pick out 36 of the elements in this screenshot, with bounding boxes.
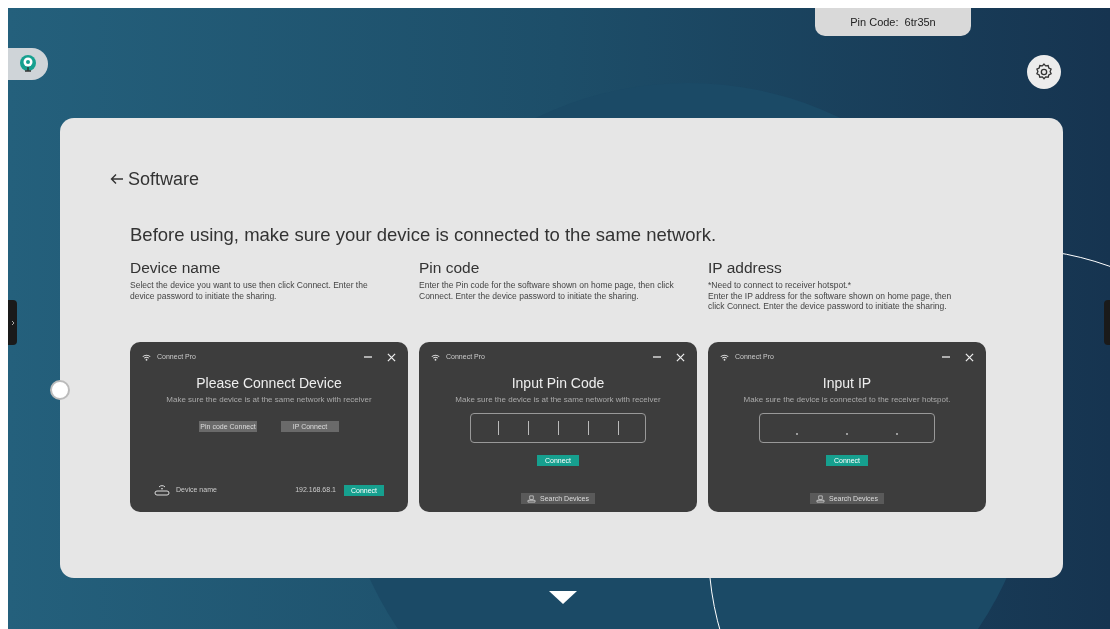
chevron-right-icon xyxy=(10,319,15,326)
camera-tab-button[interactable] xyxy=(8,48,48,80)
device-icon xyxy=(527,494,536,503)
pin-code-value: 6tr35n xyxy=(904,14,936,30)
section-title: IP address xyxy=(708,258,783,278)
left-side-handle[interactable] xyxy=(8,300,17,345)
close-icon[interactable] xyxy=(965,352,974,362)
back-button[interactable]: Software xyxy=(110,168,200,190)
wifi-icon xyxy=(142,353,151,361)
section-title: Device name xyxy=(130,258,222,278)
section-description: Enter the Pin code for the software shown on home page, then click Connect. Enter the device password to initiate the sharing. xyxy=(419,280,675,301)
dialog-subtitle: Make sure the device is at the same network with receiver xyxy=(455,394,661,405)
pin-input-field[interactable] xyxy=(470,412,646,443)
instruction-heading: Before using, make sure your device is connected to the same network. xyxy=(130,223,718,247)
back-arrow-icon xyxy=(110,173,124,185)
section-description: *Need to connect to receiver hotspot.* xyxy=(708,280,853,291)
close-icon[interactable] xyxy=(676,352,685,362)
section-description: Enter the IP address for the software shown on home page, then click Connect. Enter the device password to initiate the sharing. xyxy=(708,290,953,312)
wifi-icon xyxy=(431,353,440,361)
dialog-title: Input IP xyxy=(822,374,872,391)
dialog-title: Please Connect Device xyxy=(196,374,342,391)
dialog-subtitle: Make sure the device is at the same network with receiver xyxy=(166,394,372,405)
section-description: Select the device you want to use then click Connect. Enter the device password to initiate the sharing. xyxy=(130,280,369,301)
webcam-icon xyxy=(18,54,38,74)
section-title: Pin code xyxy=(419,258,481,278)
ip-input-field[interactable] xyxy=(759,412,935,443)
pin-code-label: Pin Code: xyxy=(850,14,899,30)
settings-icon xyxy=(1034,62,1054,82)
device-icon xyxy=(816,494,825,503)
close-icon[interactable] xyxy=(387,352,396,362)
router-icon xyxy=(154,484,170,496)
down-triangle-icon[interactable] xyxy=(547,589,579,605)
dialog-subtitle: Make sure the device is connected to the receiver hotspot. xyxy=(743,394,951,405)
dialog-title: Input Pin Code xyxy=(511,374,605,391)
right-side-handle[interactable] xyxy=(1104,300,1110,345)
wifi-icon xyxy=(720,353,729,361)
